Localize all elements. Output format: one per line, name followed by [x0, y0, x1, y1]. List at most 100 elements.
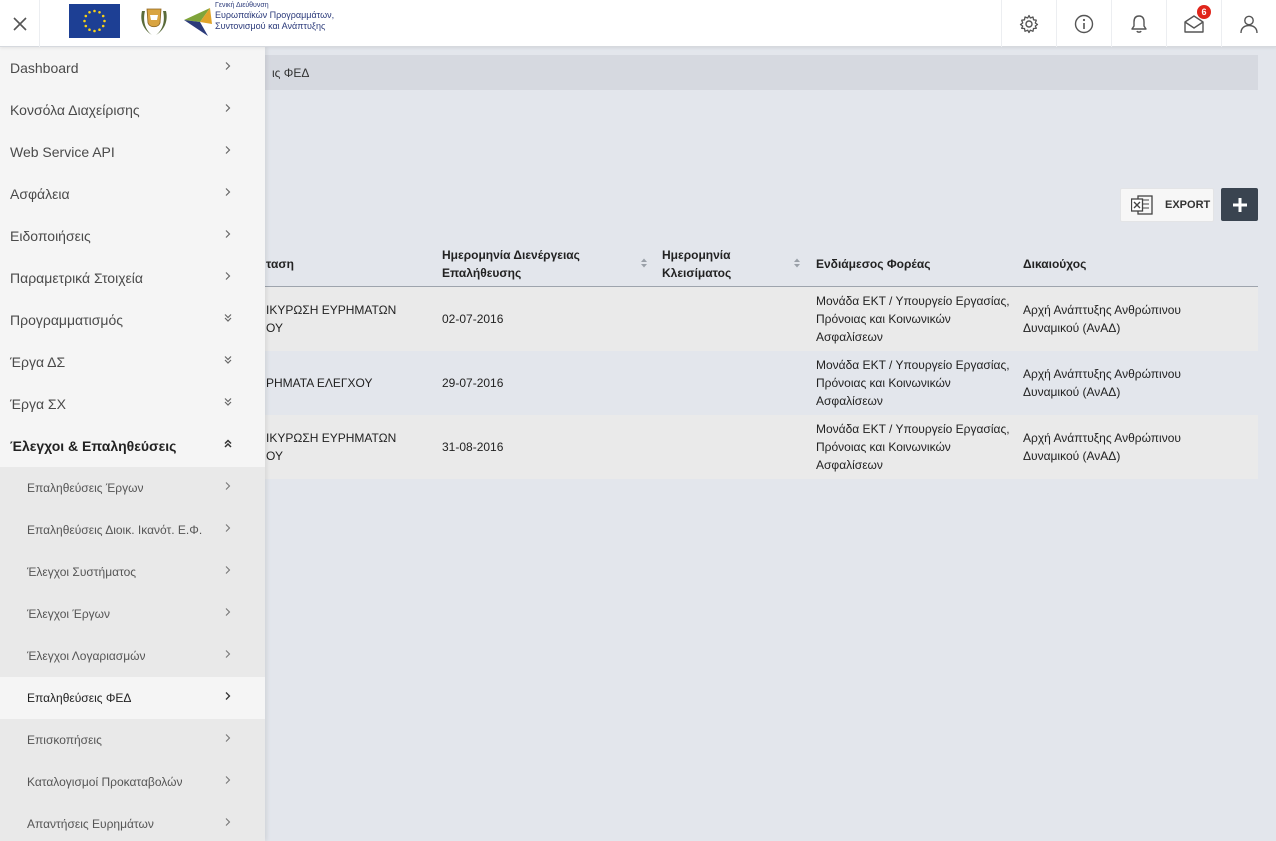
column-header-date-conducted[interactable]: Ημερομηνία Διενέργειας Επαλήθευσης	[442, 246, 580, 282]
sidebar-item-label: Ειδοποιήσεις	[10, 228, 91, 244]
export-button[interactable]: EXPORT	[1120, 188, 1214, 222]
user-icon	[1240, 15, 1258, 33]
messages-button[interactable]: 6	[1166, 0, 1221, 47]
chevron-right-icon	[225, 776, 231, 784]
audits-submenu: Επαληθεύσεις Έργων Επαληθεύσεις Διοικ. Ι…	[0, 467, 265, 841]
sidebar-item-projects-sx[interactable]: Έργα ΣΧ	[0, 383, 265, 425]
sidebar-item-notifications[interactable]: Ειδοποιήσεις	[0, 215, 265, 257]
bell-icon	[1131, 14, 1147, 33]
sidebar-item-label: Έλεγχοι Λογαριασμών	[27, 649, 146, 663]
sidebar-subitem-project-audits[interactable]: Έλεγχοι Έργων	[0, 593, 265, 635]
cyprus-coat-of-arms-logo	[136, 3, 172, 39]
sidebar-item-label: Έλεγχοι Συστήματος	[27, 565, 137, 579]
gear-icon	[1019, 14, 1039, 33]
settings-button[interactable]	[1001, 0, 1056, 47]
close-menu-button[interactable]	[0, 0, 40, 47]
logo-text-line1: Ευρωπαϊκών Προγραμμάτων,	[215, 10, 335, 21]
chevron-right-icon	[225, 62, 231, 70]
sidebar-item-security[interactable]: Ασφάλεια	[0, 173, 265, 215]
sidebar: Dashboard Κονσόλα Διαχείρισης Web Servic…	[0, 47, 265, 841]
cell-status: ΙΚΥΡΩΣΗ ΕΥΡΗΜΑΤΩΝ	[266, 303, 397, 317]
sidebar-item-admin-console[interactable]: Κονσόλα Διαχείρισης	[0, 89, 265, 131]
info-button[interactable]	[1056, 0, 1111, 47]
plus-icon	[1232, 197, 1247, 212]
sidebar-subitem-admin-capacity-verifications[interactable]: Επαληθεύσεις Διοικ. Ικανότ. Ε.Φ.	[0, 509, 265, 551]
chevron-right-icon	[225, 818, 231, 826]
sidebar-item-label: Έλεγχοι Έργων	[27, 607, 111, 621]
sidebar-item-label: Επαληθεύσεις Έργων	[27, 481, 144, 495]
chevron-right-icon	[225, 230, 231, 238]
sidebar-item-label: Web Service API	[10, 144, 115, 160]
chevron-right-icon	[225, 734, 231, 742]
sidebar-item-label: Απαντήσεις Ευρημάτων	[27, 817, 154, 831]
sidebar-item-label: Έλεγχοι & Επαληθεύσεις	[10, 438, 177, 454]
header-actions: 6	[1001, 0, 1276, 47]
sidebar-item-dashboard[interactable]: Dashboard	[0, 47, 265, 89]
sidebar-subitem-advance-recoveries[interactable]: Καταλογισμοί Προκαταβολών	[0, 761, 265, 803]
cell-intermediate-body: Μονάδα ΕΚΤ / Υπουργείο Εργασίας, Πρόνοια…	[816, 358, 1010, 408]
sort-icon[interactable]	[793, 257, 801, 269]
sidebar-item-label: Έργα ΣΧ	[10, 396, 66, 412]
chevron-right-icon	[225, 146, 231, 154]
sidebar-item-label: Dashboard	[10, 60, 79, 76]
sidebar-subitem-fed-verifications[interactable]: Επαληθεύσεις ΦΕΔ	[0, 677, 265, 719]
column-header-intermediate-body[interactable]: Ενδιάμεσος Φορέας	[816, 255, 930, 273]
sidebar-item-label: Κονσόλα Διαχείρισης	[10, 102, 140, 118]
export-label: EXPORT	[1165, 199, 1211, 211]
top-header: Γενική Διεύθυνση Ευρωπαϊκών Προγραμμάτων…	[0, 0, 1276, 47]
chevron-right-icon	[225, 482, 231, 490]
sidebar-subitem-account-audits[interactable]: Έλεγχοι Λογαριασμών	[0, 635, 265, 677]
cell-date: 31-08-2016	[442, 440, 504, 454]
sidebar-item-label: Έργα ΔΣ	[10, 354, 66, 370]
double-chevron-down-icon	[224, 398, 232, 406]
sidebar-item-label: Καταλογισμοί Προκαταβολών	[27, 775, 183, 789]
cell-status: ΡΗΜΑΤΑ ΕΛΕΓΧΟΥ	[266, 376, 373, 390]
cell-status: ΙΚΥΡΩΣΗ ΕΥΡΗΜΑΤΩΝ	[266, 431, 397, 445]
chevron-right-icon	[225, 104, 231, 112]
sidebar-subitem-system-audits[interactable]: Έλεγχοι Συστήματος	[0, 551, 265, 593]
sidebar-item-projects-ds[interactable]: Έργα ΔΣ	[0, 341, 265, 383]
sidebar-item-label: Προγραμματισμός	[10, 312, 124, 328]
column-header-close-date[interactable]: Ημερομηνία Κλεισίματος	[662, 246, 731, 282]
sidebar-item-parameters[interactable]: Παραμετρικά Στοιχεία	[0, 257, 265, 299]
chevron-right-icon	[225, 650, 231, 658]
sidebar-item-label: Επαληθεύσεις Διοικ. Ικανότ. Ε.Φ.	[27, 523, 203, 537]
cell-beneficiary: Αρχή Ανάπτυξης Ανθρώπινου Δυναμικού (ΑνΑ…	[1023, 367, 1181, 399]
close-icon	[12, 16, 27, 31]
dg-epcd-logo: Γενική Διεύθυνση Ευρωπαϊκών Προγραμμάτων…	[184, 2, 344, 42]
double-chevron-down-icon	[224, 314, 232, 322]
cell-date: 02-07-2016	[442, 312, 504, 326]
double-chevron-up-icon	[224, 439, 232, 448]
logo-text-small: Γενική Διεύθυνση	[215, 2, 269, 9]
messages-count-badge: 6	[1197, 5, 1211, 19]
sidebar-item-label: Επαληθεύσεις ΦΕΔ	[27, 691, 132, 705]
cell-intermediate-body: Μονάδα ΕΚΤ / Υπουργείο Εργασίας, Πρόνοια…	[816, 422, 1010, 472]
info-icon	[1074, 14, 1094, 33]
sidebar-item-web-service-api[interactable]: Web Service API	[0, 131, 265, 173]
double-chevron-down-icon	[224, 356, 232, 364]
chevron-right-icon	[225, 524, 231, 532]
sidebar-subitem-finding-responses[interactable]: Απαντήσεις Ευρημάτων	[0, 803, 265, 841]
sidebar-subitem-project-verifications[interactable]: Επαληθεύσεις Έργων	[0, 467, 265, 509]
chevron-right-icon	[225, 608, 231, 616]
sort-icon[interactable]	[640, 257, 648, 269]
sidebar-subitem-reviews[interactable]: Επισκοπήσεις	[0, 719, 265, 761]
breadcrumb-current: ις ΦΕΔ	[272, 66, 310, 80]
notifications-button[interactable]	[1111, 0, 1166, 47]
logo-text-line2: Συντονισμού και Ανάπτυξης	[215, 21, 326, 32]
chevron-right-icon	[225, 272, 231, 280]
cell-date: 29-07-2016	[442, 376, 504, 390]
chevron-right-icon	[225, 566, 231, 574]
sidebar-item-planning[interactable]: Προγραμματισμός	[0, 299, 265, 341]
sidebar-item-audits-verifications[interactable]: Έλεγχοι & Επαληθεύσεις	[0, 425, 265, 467]
user-profile-button[interactable]	[1221, 0, 1276, 47]
excel-icon	[1131, 195, 1153, 215]
cell-intermediate-body: Μονάδα ΕΚΤ / Υπουργείο Εργασίας, Πρόνοια…	[816, 294, 1010, 344]
column-header-beneficiary[interactable]: Δικαιούχος	[1023, 255, 1086, 273]
chevron-right-icon	[225, 188, 231, 196]
cell-beneficiary: Αρχή Ανάπτυξης Ανθρώπινου Δυναμικού (ΑνΑ…	[1023, 303, 1181, 335]
add-button[interactable]	[1221, 188, 1258, 221]
eu-flag-logo	[69, 4, 120, 38]
sidebar-item-label: Ασφάλεια	[10, 186, 70, 202]
column-header-status[interactable]: ταση	[266, 255, 294, 273]
